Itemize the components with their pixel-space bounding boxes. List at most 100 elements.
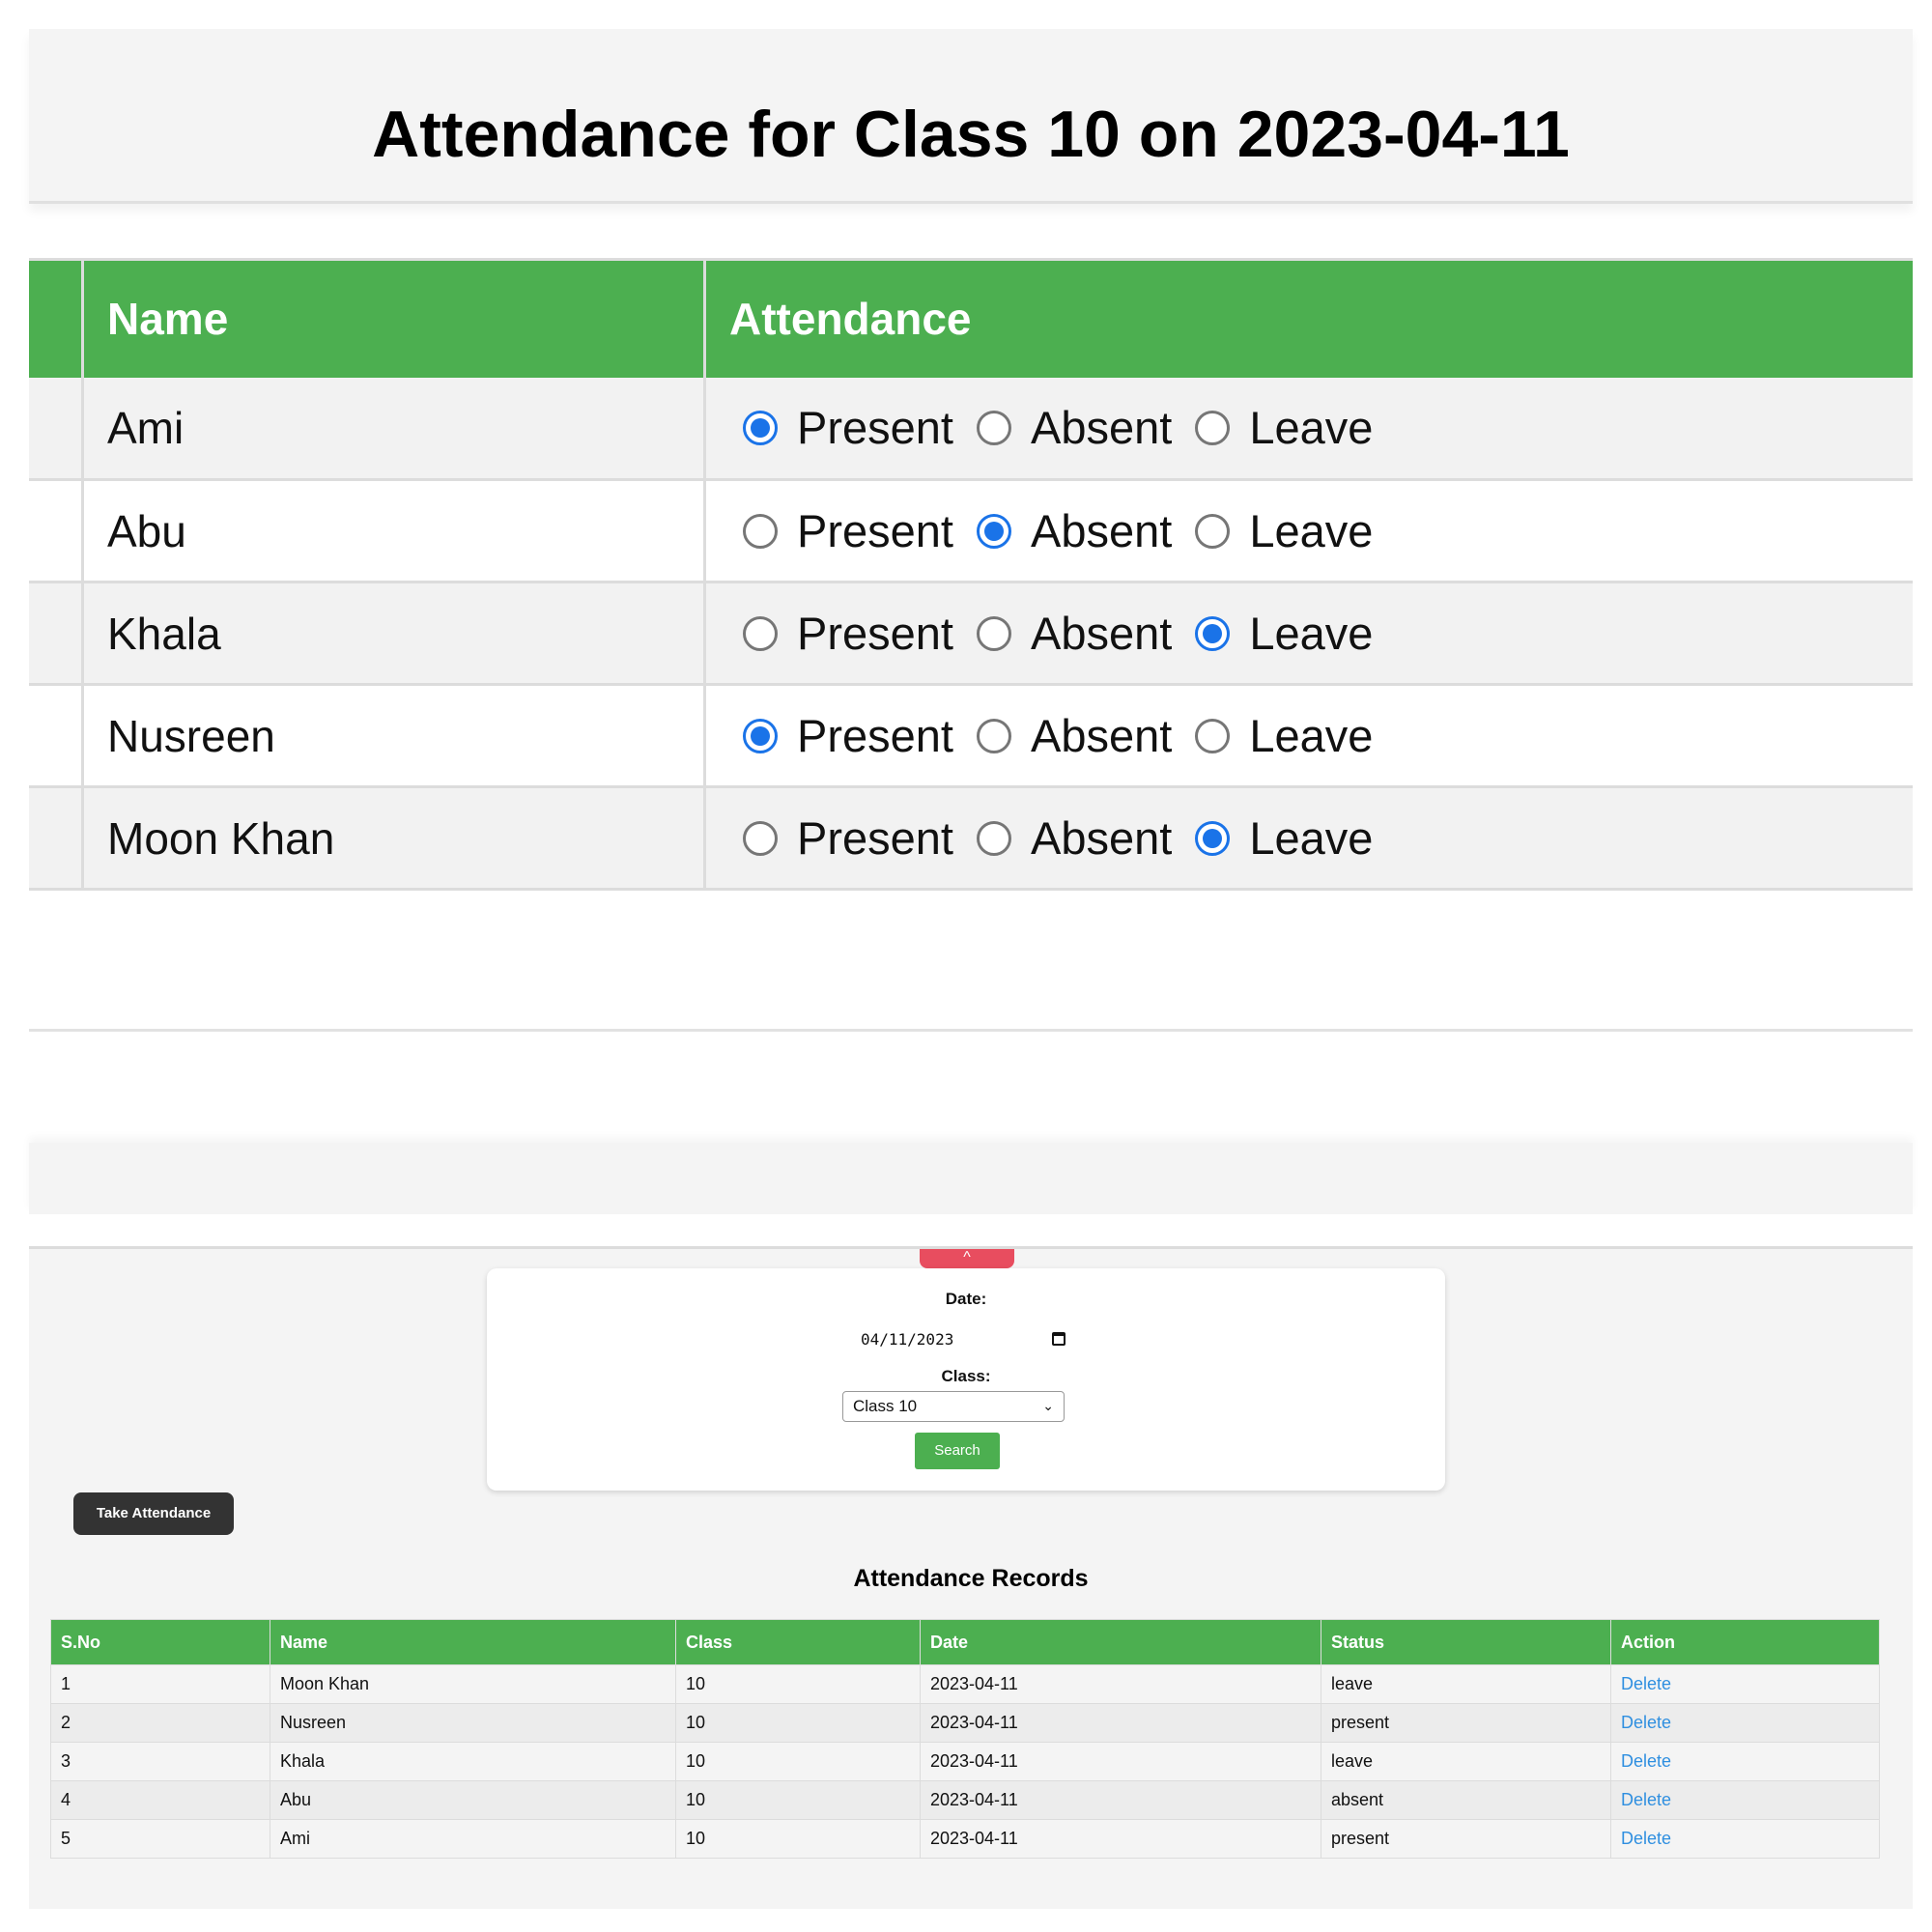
calendar-icon[interactable] xyxy=(1052,1332,1065,1346)
row-index-cell xyxy=(29,582,84,685)
delete-link[interactable]: Delete xyxy=(1621,1674,1671,1693)
option-label: Leave xyxy=(1249,608,1374,659)
option-label: Leave xyxy=(1249,812,1374,864)
option-label: Present xyxy=(797,402,953,454)
radio-present[interactable] xyxy=(743,513,778,549)
option-label: Absent xyxy=(1030,402,1173,454)
table-cell: 10 xyxy=(675,1742,921,1781)
option-leave[interactable]: Leave xyxy=(1195,504,1373,557)
collapse-toggle-button[interactable]: ^ xyxy=(920,1249,1014,1268)
option-absent[interactable]: Absent xyxy=(976,401,1173,454)
date-input[interactable]: 04/11/2023 xyxy=(849,1326,1073,1353)
option-present[interactable]: Present xyxy=(743,811,953,865)
delete-link[interactable]: Delete xyxy=(1621,1713,1671,1732)
student-name: Khala xyxy=(82,582,706,685)
table-cell: Ami xyxy=(270,1819,676,1859)
table-row: 2 Nusreen 10 2023-04-11 present Delete xyxy=(50,1703,1880,1743)
option-leave[interactable]: Leave xyxy=(1195,811,1373,865)
option-leave[interactable]: Leave xyxy=(1195,607,1373,660)
delete-link[interactable]: Delete xyxy=(1621,1790,1671,1809)
attendance-options: Present Absent Leave xyxy=(705,685,1914,787)
delete-link[interactable]: Delete xyxy=(1621,1751,1671,1771)
radio-leave[interactable] xyxy=(1195,820,1231,856)
attendance-options: Present Absent Leave xyxy=(705,582,1914,685)
search-button[interactable]: Search xyxy=(915,1433,1000,1469)
action-cell: Delete xyxy=(1610,1819,1880,1859)
table-row: 1 Moon Khan 10 2023-04-11 leave Delete xyxy=(50,1664,1880,1704)
table-cell: 2023-04-11 xyxy=(920,1703,1321,1743)
radio-present[interactable] xyxy=(743,718,778,753)
action-cell: Delete xyxy=(1610,1664,1880,1704)
attendance-row: Ami Present Absent Leave xyxy=(29,377,1913,480)
option-label: Absent xyxy=(1030,505,1173,556)
column-header: Status xyxy=(1321,1619,1611,1665)
radio-absent[interactable] xyxy=(976,615,1011,651)
table-cell: 5 xyxy=(50,1819,270,1859)
date-label: Date: xyxy=(945,1290,987,1308)
radio-present[interactable] xyxy=(743,410,778,445)
radio-present[interactable] xyxy=(743,615,778,651)
option-present[interactable]: Present xyxy=(743,607,953,660)
option-absent[interactable]: Absent xyxy=(976,811,1173,865)
table-cell: 2023-04-11 xyxy=(920,1819,1321,1859)
table-cell: 2023-04-11 xyxy=(920,1742,1321,1781)
row-index-cell xyxy=(29,479,84,582)
option-present[interactable]: Present xyxy=(743,401,953,454)
option-leave[interactable]: Leave xyxy=(1195,709,1373,762)
records-table: S.No Name Class Date Status Action 1 Moon Khan… xyxy=(50,1619,1880,1859)
option-label: Absent xyxy=(1030,710,1173,761)
row-index-cell xyxy=(29,377,84,480)
column-header: S.No xyxy=(50,1619,270,1665)
option-absent[interactable]: Absent xyxy=(976,607,1172,660)
attendance-header-row: Name Attendance xyxy=(29,259,1913,378)
table-cell: Moon Khan xyxy=(270,1664,676,1704)
table-cell: 10 xyxy=(675,1664,921,1704)
title-bar: Attendance for Class 10 on 2023-04-11 xyxy=(29,29,1913,204)
attendance-row: Nusreen Present Absent Leave xyxy=(29,684,1914,787)
option-label: Absent xyxy=(1030,812,1173,864)
radio-leave[interactable] xyxy=(1195,718,1231,753)
section-band xyxy=(29,1143,1913,1214)
radio-absent[interactable] xyxy=(976,718,1011,753)
student-name: Moon Khan xyxy=(82,786,706,890)
attendance-options: Present Absent Leave xyxy=(705,787,1914,890)
student-name: Abu xyxy=(82,479,706,582)
radio-leave[interactable] xyxy=(1195,513,1231,549)
option-absent[interactable]: Absent xyxy=(976,709,1173,762)
radio-leave[interactable] xyxy=(1195,615,1231,651)
column-header: Class xyxy=(675,1619,921,1665)
radio-present[interactable] xyxy=(743,820,778,856)
column-header: Name xyxy=(270,1619,676,1665)
table-cell: Khala xyxy=(270,1742,676,1781)
table-cell: 2023-04-11 xyxy=(920,1780,1321,1820)
attendance-options: Present Absent Leave xyxy=(705,480,1914,582)
table-row: 5 Ami 10 2023-04-11 present Delete xyxy=(50,1819,1880,1859)
attendance-row: Abu Present Absent Leave xyxy=(29,479,1914,582)
table-cell: absent xyxy=(1321,1780,1611,1820)
class-select[interactable]: Class 10 ⌄ xyxy=(842,1391,1065,1422)
table-row: 4 Abu 10 2023-04-11 absent Delete xyxy=(50,1780,1880,1820)
option-present[interactable]: Present xyxy=(743,709,953,762)
table-cell: 2 xyxy=(50,1703,270,1743)
option-absent[interactable]: Absent xyxy=(976,504,1173,557)
column-header: Action xyxy=(1610,1619,1880,1665)
table-cell: present xyxy=(1321,1819,1611,1859)
row-index-cell xyxy=(29,684,84,787)
radio-absent[interactable] xyxy=(976,410,1011,445)
delete-link[interactable]: Delete xyxy=(1621,1829,1671,1848)
take-attendance-button[interactable]: Take Attendance xyxy=(73,1492,234,1535)
page-title: Attendance for Class 10 on 2023-04-11 xyxy=(372,98,1570,171)
attendance-table: Name Attendance Ami Present Absent Leave Abu… xyxy=(29,258,1913,891)
name-header: Name xyxy=(82,259,706,378)
radio-absent[interactable] xyxy=(976,513,1011,549)
class-select-value: Class 10 xyxy=(853,1397,918,1415)
option-leave[interactable]: Leave xyxy=(1195,401,1373,454)
option-label: Leave xyxy=(1249,710,1374,761)
option-label: Present xyxy=(797,505,953,556)
radio-absent[interactable] xyxy=(976,820,1011,856)
table-cell: 10 xyxy=(675,1780,921,1820)
table-cell: Abu xyxy=(270,1780,676,1820)
table-row: 3 Khala 10 2023-04-11 leave Delete xyxy=(50,1742,1880,1781)
option-present[interactable]: Present xyxy=(743,504,953,557)
radio-leave[interactable] xyxy=(1195,410,1231,445)
